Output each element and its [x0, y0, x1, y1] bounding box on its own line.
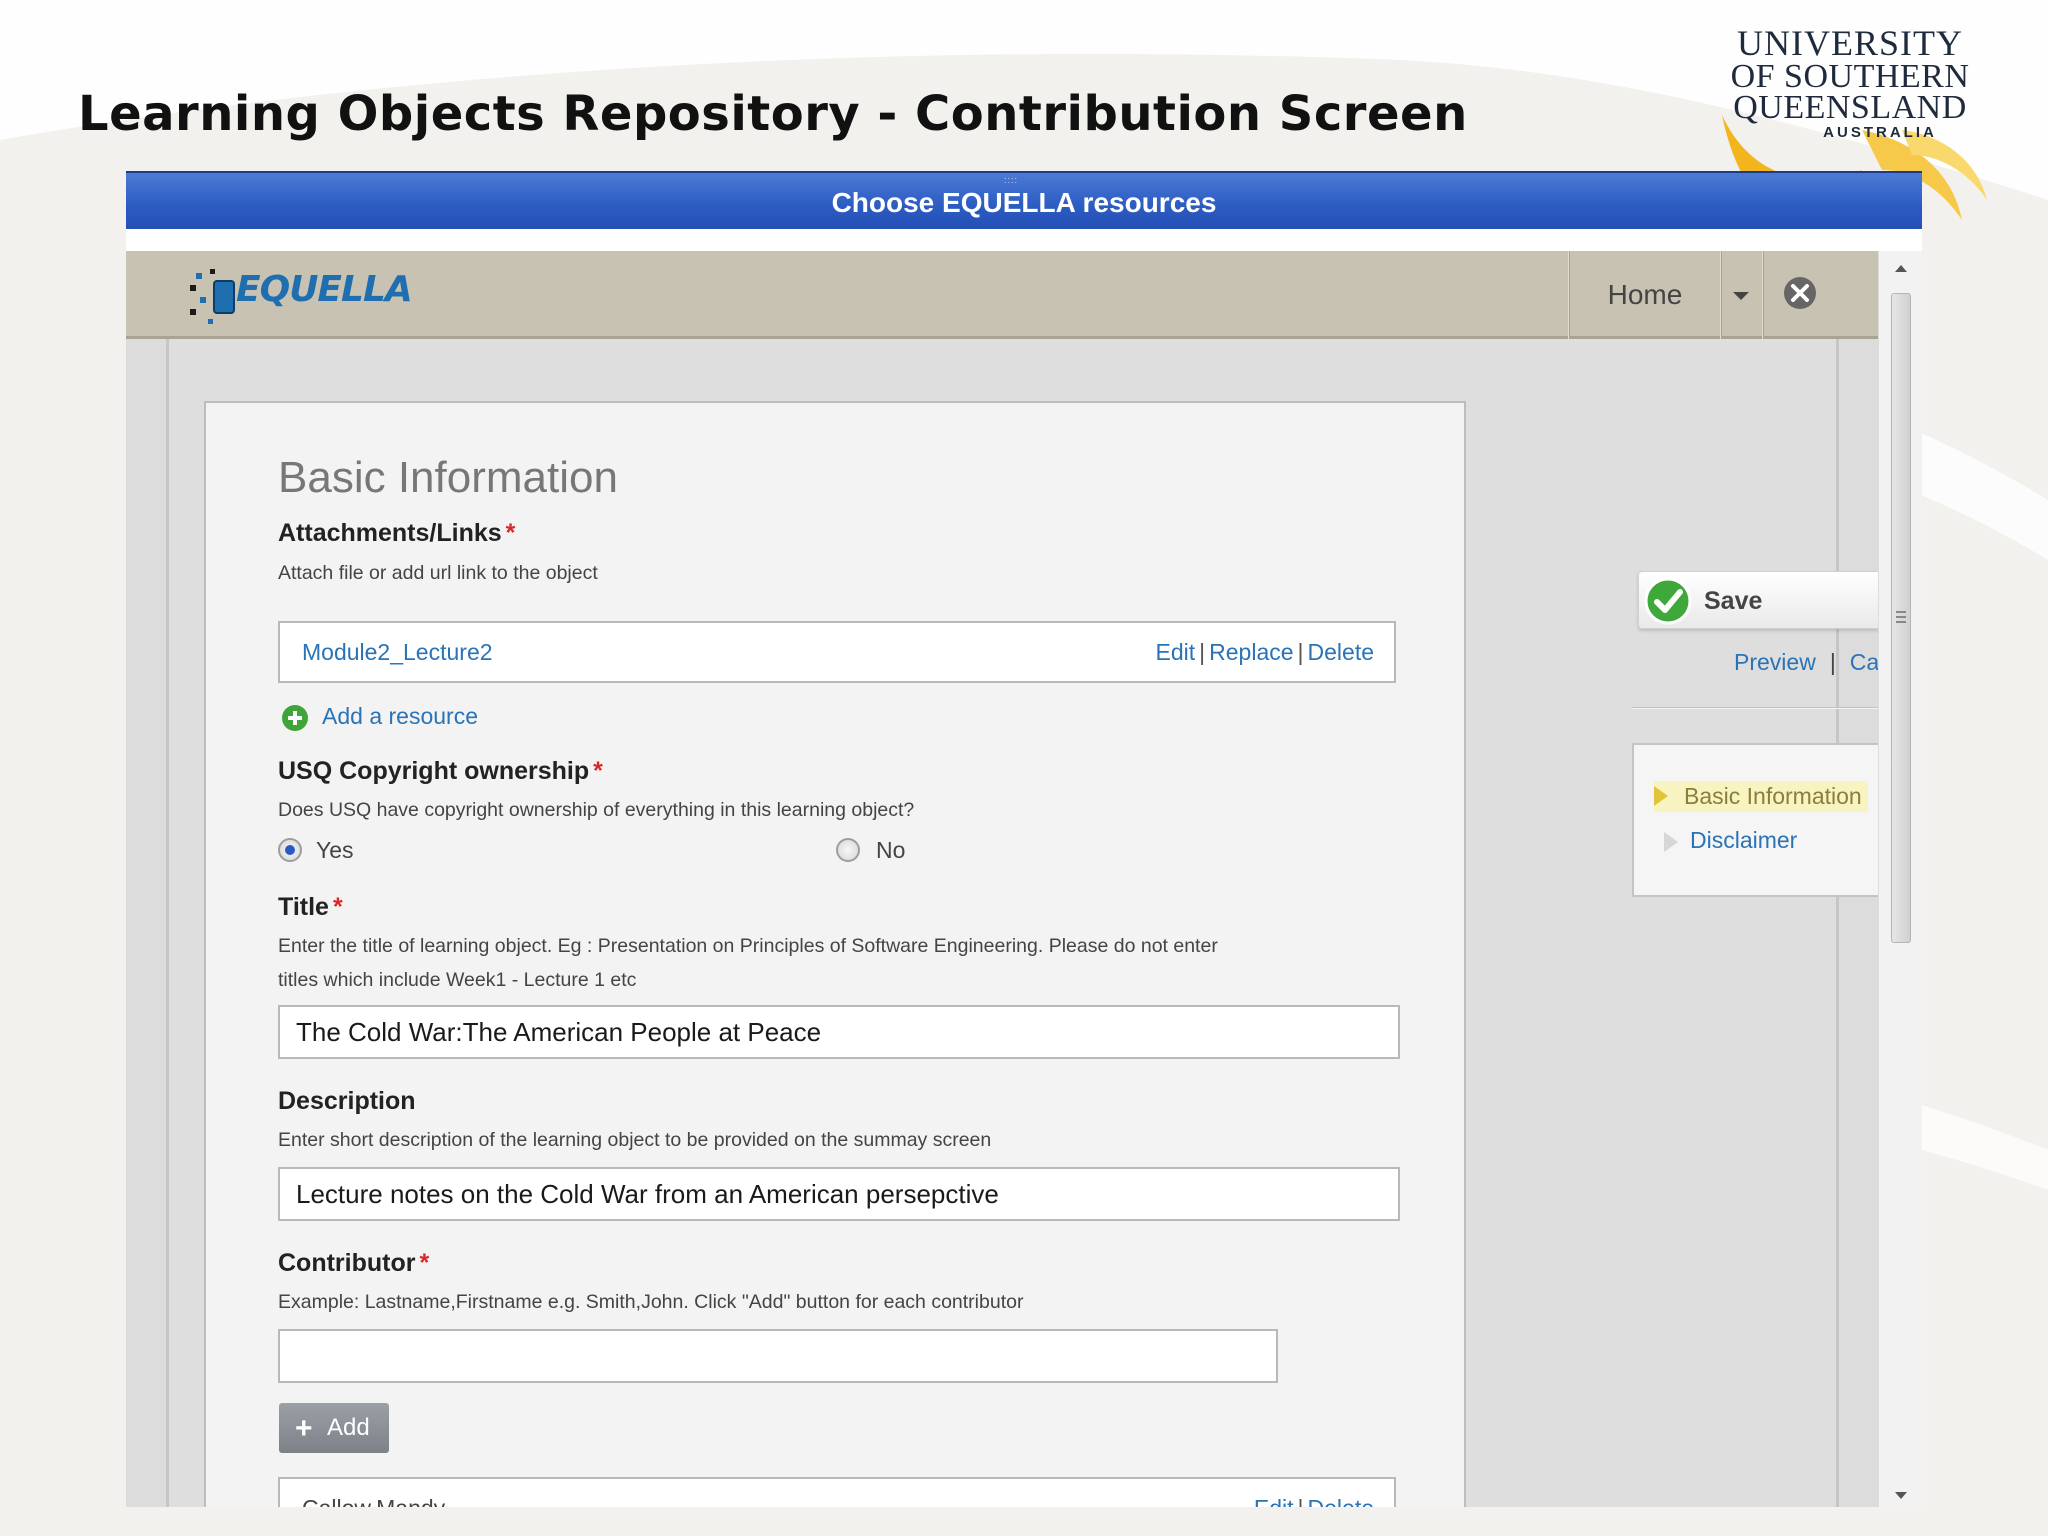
- contributor-help: Example: Lastname,Firstname e.g. Smith,J…: [278, 1291, 1024, 1313]
- copyright-yes-radio[interactable]: [278, 838, 302, 862]
- attachment-edit-link[interactable]: Edit: [1156, 639, 1196, 665]
- dialog-title: Choose EQUELLA resources: [831, 187, 1217, 218]
- slide-title: Learning Objects Repository - Contributi…: [78, 86, 1468, 142]
- attachment-row: Module2_Lecture2 Edit | Replace | Delete: [278, 621, 1396, 683]
- content-right-rail: [1836, 339, 1839, 1507]
- basic-information-form: Basic Information Attachments/Links * Att…: [204, 401, 1466, 1507]
- separator: |: [1298, 1495, 1304, 1507]
- copyright-no-label[interactable]: No: [876, 837, 905, 864]
- dialog-window: :::: Choose EQUELLA resources EQUELLA Ho…: [126, 171, 1922, 1507]
- plus-icon: +: [295, 1412, 313, 1445]
- dialog-gap: [126, 229, 1922, 251]
- logo-line-australia: AUSTRALIA: [1823, 124, 1937, 141]
- drag-grip-icon[interactable]: ::::: [1004, 175, 1018, 185]
- contributor-label: Contributor *: [278, 1249, 429, 1278]
- add-resource-link[interactable]: Add a resource: [322, 703, 478, 730]
- required-marker: *: [419, 1249, 430, 1277]
- scrollbar-thumb[interactable]: [1891, 293, 1911, 943]
- app-header: EQUELLA Home: [126, 251, 1878, 339]
- triangle-right-icon: [1664, 832, 1678, 852]
- plus-circle-icon[interactable]: [280, 703, 310, 733]
- logo-line-queensland: QUEENSLAND: [1733, 89, 1967, 126]
- copyright-yes-label[interactable]: Yes: [316, 837, 354, 864]
- title-input[interactable]: The Cold War:The American People at Peac…: [278, 1005, 1400, 1059]
- close-icon[interactable]: [1782, 275, 1818, 311]
- contributor-input[interactable]: [278, 1329, 1278, 1383]
- add-contributor-label: Add: [327, 1414, 370, 1441]
- attachment-name-link[interactable]: Module2_Lecture2: [302, 639, 493, 666]
- contributor-row: Callow,Mandy Edit | Delete: [278, 1477, 1396, 1507]
- contributor-edit-link[interactable]: Edit: [1254, 1495, 1294, 1507]
- save-label: Save: [1704, 587, 1763, 615]
- contributor-delete-link[interactable]: Delete: [1308, 1495, 1374, 1507]
- title-help-line1: Enter the title of learning object. Eg :…: [278, 935, 1218, 957]
- thumb-grip-icon: [1896, 611, 1906, 623]
- copyright-no-radio[interactable]: [836, 838, 860, 862]
- check-icon: [1644, 577, 1692, 625]
- nav-item-label: Basic Information: [1684, 783, 1862, 809]
- required-marker: *: [332, 893, 343, 921]
- required-marker: *: [593, 757, 603, 785]
- copyright-help: Does USQ have copyright ownership of eve…: [278, 799, 915, 821]
- triangle-right-icon: [1654, 786, 1668, 806]
- description-label: Description: [278, 1087, 416, 1115]
- contributor-actions: Edit | Delete: [1254, 1495, 1374, 1507]
- nav-item-label: Disclaimer: [1690, 827, 1798, 853]
- separator: |: [1829, 649, 1836, 675]
- required-marker: *: [505, 519, 516, 547]
- description-help: Enter short description of the learning …: [278, 1129, 992, 1151]
- description-input-value: Lecture notes on the Cold War from an Am…: [296, 1179, 999, 1209]
- equella-logo-text: EQUELLA: [236, 269, 413, 310]
- attachment-actions: Edit | Replace | Delete: [1156, 639, 1374, 666]
- scroll-down-icon[interactable]: [1895, 1492, 1907, 1499]
- home-dropdown-button[interactable]: [1720, 251, 1762, 339]
- chevron-down-icon: [1733, 292, 1749, 300]
- contributor-name: Callow,Mandy: [302, 1495, 445, 1507]
- contributor-label-text: Contributor: [278, 1249, 416, 1277]
- vertical-scrollbar[interactable]: [1878, 251, 1922, 1507]
- attachments-label-text: Attachments/Links: [278, 519, 502, 547]
- home-button[interactable]: Home: [1570, 251, 1720, 339]
- scroll-up-icon[interactable]: [1895, 265, 1907, 272]
- nav-item-disclaimer[interactable]: Disclaimer: [1660, 827, 1797, 854]
- separator: |: [1297, 639, 1304, 665]
- section-title: Basic Information: [278, 453, 618, 502]
- attachments-label: Attachments/Links *: [278, 519, 515, 548]
- title-help-line2: titles which include Week1 - Lecture 1 e…: [278, 969, 637, 991]
- nav-item-basic-information[interactable]: Basic Information: [1654, 781, 1868, 812]
- header-divider: [1762, 251, 1764, 339]
- preview-link[interactable]: Preview: [1734, 649, 1816, 675]
- attachments-help: Attach file or add url link to the objec…: [278, 562, 598, 584]
- title-label-text: Title: [278, 893, 329, 921]
- description-input[interactable]: Lecture notes on the Cold War from an Am…: [278, 1167, 1400, 1221]
- attachment-replace-link[interactable]: Replace: [1209, 639, 1293, 665]
- copyright-label: USQ Copyright ownership *: [278, 757, 603, 786]
- dialog-title-bar[interactable]: :::: Choose EQUELLA resources: [126, 171, 1922, 229]
- title-input-value: The Cold War:The American People at Peac…: [296, 1017, 822, 1047]
- add-contributor-button[interactable]: + Add: [279, 1403, 389, 1453]
- attachment-delete-link[interactable]: Delete: [1308, 639, 1374, 665]
- separator: |: [1199, 639, 1206, 665]
- title-label: Title *: [278, 893, 343, 922]
- copyright-label-text: USQ Copyright ownership: [278, 757, 590, 785]
